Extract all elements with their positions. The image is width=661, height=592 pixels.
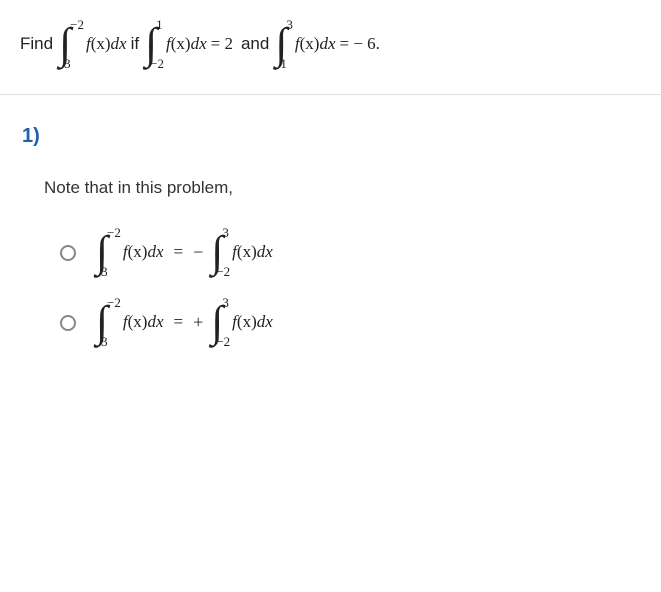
radio-icon[interactable] [60,245,76,261]
integral-sign-icon: ∫ [96,232,108,272]
eq2-text: = − 6. [340,34,380,54]
question-number: 1) [0,95,661,148]
problem-statement: Find ∫ −2 3 f(x)dx if ∫ 1 −2 f(x)dx = 2 … [0,0,661,95]
integral-3-integrand: f(x)dx [295,34,336,54]
integral-2-upper: 1 [156,18,164,31]
equals-sign: = [174,242,184,262]
sign: + [193,312,203,333]
integral-1-upper: −2 [70,18,84,31]
sign: − [193,242,203,263]
integral-2-integrand: f(x)dx [166,34,207,54]
and-text: and [241,34,269,54]
integral-sign-icon: ∫ [145,24,157,64]
option-1-math: ∫ −2 3 f(x)dx = − ∫ 3 −2 f(x)dx [94,226,275,278]
options-group: ∫ −2 3 f(x)dx = − ∫ 3 −2 f(x)dx [0,198,661,348]
radio-icon[interactable] [60,315,76,331]
integral-sign-icon: ∫ [211,232,223,272]
eq1-text: = 2 [211,34,233,54]
integral-3: ∫ 3 1 f(x)dx [275,18,335,70]
if-text: if [131,34,140,54]
option-2-math: ∫ −2 3 f(x)dx = + ∫ 3 −2 f(x)dx [94,296,275,348]
option-2[interactable]: ∫ −2 3 f(x)dx = + ∫ 3 −2 f(x)dx [60,296,661,348]
option-1-right-integral: ∫ 3 −2 f(x)dx [211,226,273,278]
integral-2: ∫ 1 −2 f(x)dx [145,18,207,70]
integral-sign-icon: ∫ [59,24,71,64]
integral-1-integrand: f(x)dx [86,34,127,54]
integral-sign-icon: ∫ [96,302,108,342]
integral-sign-icon: ∫ [211,302,223,342]
option-1-left-integral: ∫ −2 3 f(x)dx [96,226,164,278]
option-2-left-integral: ∫ −2 3 f(x)dx [96,296,164,348]
integral-sign-icon: ∫ [275,24,287,64]
option-2-right-integral: ∫ 3 −2 f(x)dx [211,296,273,348]
note-text: Note that in this problem, [0,148,661,198]
equals-sign: = [174,312,184,332]
option-1[interactable]: ∫ −2 3 f(x)dx = − ∫ 3 −2 f(x)dx [60,226,661,278]
integral-1: ∫ −2 3 f(x)dx [59,18,127,70]
lead-text: Find [20,34,53,54]
